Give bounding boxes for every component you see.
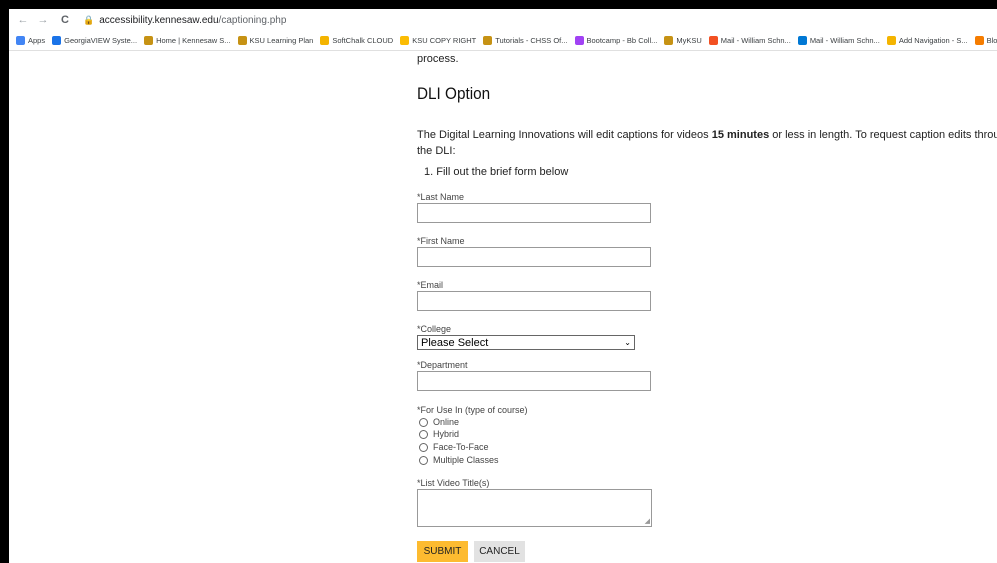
last-name-label: *Last Name [417, 192, 465, 202]
radio-label: Online [433, 417, 460, 427]
bookmark-label: Add Navigation - S... [898, 36, 968, 45]
bookmark-label: MyKSU [676, 36, 702, 45]
intro-text-start: The Digital Learning Innovations will ed… [417, 129, 712, 141]
last-name-input[interactable] [417, 203, 651, 223]
cancel-button[interactable]: CANCEL [474, 541, 525, 562]
url-host: accessibility.kennesaw.edu [99, 14, 219, 26]
bookmark-item[interactable]: SoftChalk CLOUD [320, 36, 393, 45]
bookmark-item[interactable]: Home | Kennesaw S... [144, 36, 231, 45]
bookmark-label: Bootcamp - Bb Coll... [586, 36, 658, 45]
bookmark-label: GeorgiaVIEW Syste... [64, 36, 138, 45]
first-name-input[interactable] [417, 247, 651, 267]
bookmark-item[interactable]: KSU Learning Plan [237, 36, 314, 45]
bookmark-item[interactable]: Blo [974, 36, 997, 45]
radio-label: Hybrid [433, 429, 460, 439]
section-heading: DLI Option [417, 84, 491, 103]
bookmark-label: SoftChalk CLOUD [332, 36, 394, 45]
step-1: 1. Fill out the brief form below [424, 166, 569, 178]
radio-label: Face-To-Face [433, 442, 489, 452]
url-field[interactable]: accessibility.kennesaw.edu/captioning.ph… [99, 15, 286, 26]
bookmark-item[interactable]: Apps [16, 36, 45, 45]
bookmark-label: KSU Learning Plan [249, 36, 314, 45]
bookmark-item[interactable]: Tutorials - CHSS Of... [483, 36, 568, 45]
radio-button-icon [419, 417, 428, 427]
bookmark-item[interactable]: MyKSU [664, 36, 702, 45]
url-path: /captioning.php [218, 14, 287, 26]
bookmark-icon [574, 36, 584, 45]
bookmark-item[interactable]: KSU COPY RIGHT [400, 36, 476, 45]
radio-button-icon [419, 455, 428, 465]
bookmark-icon [664, 36, 674, 45]
submit-button[interactable]: SUBMIT [417, 541, 468, 562]
screen-border-left [0, 0, 9, 563]
bookmark-icon [144, 36, 154, 45]
bookmark-icon [320, 36, 330, 45]
course-type-label: *For Use In (type of course) [417, 405, 528, 415]
back-icon[interactable]: ← [15, 14, 31, 26]
intro-paragraph: The Digital Learning Innovations will ed… [417, 127, 997, 159]
intro-bold: 15 minutes [711, 129, 770, 141]
address-bar: ← → C 🔒 accessibility.kennesaw.edu/capti… [9, 9, 997, 31]
bookmark-icon [16, 36, 25, 45]
radio-face-to-face[interactable]: Face-To-Face [419, 442, 489, 452]
email-input[interactable] [417, 291, 651, 311]
bookmark-label: Blo [986, 36, 997, 45]
bookmark-item[interactable]: Mail - William Schn... [797, 36, 880, 45]
radio-hybrid[interactable]: Hybrid [419, 429, 459, 439]
process-text: process. [417, 53, 459, 65]
bookmark-icon [237, 36, 247, 45]
bookmark-item[interactable]: Bootcamp - Bb Coll... [574, 36, 658, 45]
forward-icon[interactable]: → [35, 14, 51, 26]
bookmark-label: Apps [28, 36, 46, 45]
bookmarks-bar: Apps GeorgiaVIEW Syste... Home | Kennesaw … [9, 31, 997, 51]
chevron-down-icon: ⌄ [624, 338, 631, 347]
first-name-label: *First Name [417, 236, 465, 246]
video-titles-label: *List Video Title(s) [417, 478, 490, 488]
reload-icon[interactable]: C [57, 14, 73, 26]
bookmark-item[interactable]: GeorgiaVIEW Syste... [52, 36, 137, 45]
bookmark-label: Tutorials - CHSS Of... [495, 36, 568, 45]
bookmark-label: Home | Kennesaw S... [156, 36, 231, 45]
college-select[interactable]: Please Select ⌄ [417, 335, 635, 350]
radio-multiple-classes[interactable]: Multiple Classes [419, 455, 499, 465]
screen-border-top [0, 0, 997, 9]
bookmark-item[interactable]: Mail - William Schn... [708, 36, 791, 45]
bookmark-item[interactable]: Add Navigation - S... [886, 36, 968, 45]
email-label: *Email [417, 280, 444, 290]
page-content: process. DLI Option The Digital Learning… [9, 51, 997, 563]
bookmark-label: Mail - William Schn... [720, 36, 791, 45]
bookmark-icon [52, 36, 62, 45]
bookmark-icon [886, 36, 896, 45]
bookmark-label: KSU COPY RIGHT [412, 36, 477, 45]
radio-button-icon [419, 429, 428, 439]
resize-handle-icon[interactable]: ◢ [645, 517, 650, 525]
bookmark-icon [797, 36, 807, 45]
bookmark-icon [974, 36, 984, 45]
college-selected-value: Please Select [421, 336, 489, 349]
college-label: *College [417, 324, 452, 334]
department-label: *Department [417, 360, 468, 370]
lock-icon: 🔒 [83, 14, 95, 25]
video-titles-textarea[interactable]: ◢ [417, 489, 652, 527]
bookmark-label: Mail - William Schn... [809, 36, 880, 45]
department-input[interactable] [417, 371, 651, 391]
radio-online[interactable]: Online [419, 417, 459, 427]
bookmark-icon [708, 36, 718, 45]
radio-button-icon [419, 442, 428, 452]
bookmark-icon [483, 36, 493, 45]
radio-label: Multiple Classes [433, 455, 499, 465]
bookmark-icon [400, 36, 410, 45]
